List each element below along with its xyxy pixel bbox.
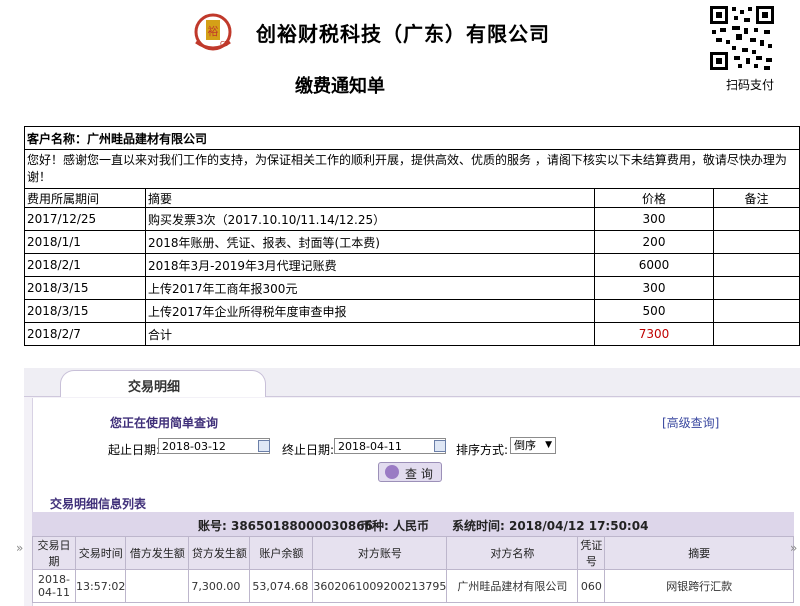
fee-row: 2018/2/1 2018年3月-2019年3月代理记账费 6000 <box>24 253 800 277</box>
fee-summary: 2018年账册、凭证、报表、封面等(工本费) <box>145 230 595 254</box>
fee-price: 6000 <box>594 253 714 277</box>
simple-query-notice: 您正在使用简单查询 <box>110 416 219 430</box>
fee-price: 500 <box>594 299 714 323</box>
total-period: 2018/2/7 <box>24 322 146 346</box>
greeting-text: 您好！感谢您一直以来对我们工作的支持，为保证相关工作的顺利开展，提供高效、优质的… <box>24 149 800 189</box>
query-button[interactable]: 查 询 <box>378 462 442 482</box>
tx-header-balance: 账户余额 <box>249 536 314 570</box>
fee-total-row: 2018/2/7 合计 7300 <box>24 322 800 346</box>
system-time: 系统时间: 2018/04/12 17:50:04 <box>452 519 649 533</box>
account-info-bar: 账号: 38650188000030866 币种: 人民币 系统时间: 2018… <box>32 512 794 536</box>
tx-header-credit: 贷方发生额 <box>188 536 251 570</box>
column-header-period: 费用所属期间 <box>24 188 146 208</box>
fee-summary: 2018年3月-2019年3月代理记账费 <box>145 253 595 277</box>
tx-header-counter-account: 对方账号 <box>312 536 448 570</box>
company-logo-icon: 裕 CY <box>190 12 236 52</box>
fee-price: 300 <box>594 207 714 231</box>
sort-order-value: 倒序 <box>514 439 536 452</box>
tx-header-summary: 摘要 <box>604 536 794 570</box>
fee-note <box>713 207 800 231</box>
start-date-input[interactable]: 2018-03-12 <box>158 438 270 454</box>
tx-header-debit: 借方发生额 <box>125 536 190 570</box>
column-header-note: 备注 <box>713 188 800 208</box>
expand-left-arrow-icon[interactable]: » <box>16 541 23 555</box>
tx-header-date: 交易日期 <box>32 536 76 570</box>
currency: 币种: 人民币 <box>360 519 429 533</box>
tx-time: 13:57:02 <box>74 569 127 603</box>
transaction-table: 交易日期 交易时间 借方发生额 贷方发生额 账户余额 对方账号 对方名称 凭证号… <box>32 536 794 603</box>
fee-period: 2017/12/25 <box>24 207 146 231</box>
fee-row: 2018/1/1 2018年账册、凭证、报表、封面等(工本费) 200 <box>24 230 800 254</box>
tx-counter-name: 广州畦品建材有限公司 <box>446 569 579 603</box>
fee-price: 300 <box>594 276 714 300</box>
company-name: 创裕财税科技（广东）有限公司 <box>256 22 550 46</box>
account-number: 账号: 38650188000030866 <box>198 519 373 533</box>
fee-summary: 上传2017年企业所得税年度审查申报 <box>145 299 595 323</box>
tx-voucher: 060 <box>577 569 606 603</box>
query-button-label: 查 询 <box>405 467 433 481</box>
end-date-label: 终止日期: <box>282 443 335 457</box>
column-header-summary: 摘要 <box>145 188 595 208</box>
tx-header-voucher: 凭证号 <box>577 536 606 570</box>
sort-order-select[interactable]: 倒序 ▼ <box>510 437 556 454</box>
transaction-list-title: 交易明细信息列表 <box>50 497 147 511</box>
total-price: 7300 <box>594 322 714 346</box>
document-title: 缴费通知单 <box>295 76 385 97</box>
tx-date: 2018-04-11 <box>32 569 76 603</box>
svg-text:裕: 裕 <box>208 25 219 38</box>
svg-text:CY: CY <box>220 40 230 48</box>
customer-name: 客户名称：广州畦品建材有限公司 <box>24 126 800 150</box>
tx-summary: 网银跨行汇款 <box>604 569 794 603</box>
tab-transaction-detail-label: 交易明细 <box>128 380 181 395</box>
fee-note <box>713 299 800 323</box>
chevron-down-icon: ▼ <box>545 440 552 450</box>
fee-note <box>713 276 800 300</box>
fee-notice-table: 客户名称：广州畦品建材有限公司 您好！感谢您一直以来对我们工作的支持，为保证相关… <box>24 126 800 346</box>
fee-period: 2018/2/1 <box>24 253 146 277</box>
fee-period: 2018/3/15 <box>24 276 146 300</box>
tx-header-counter-name: 对方名称 <box>446 536 579 570</box>
sort-order-label: 排序方式: <box>456 443 509 457</box>
total-note <box>713 322 800 346</box>
fee-row: 2018/3/15 上传2017年工商年报300元 300 <box>24 276 800 300</box>
tx-debit <box>125 569 190 603</box>
start-date-label: 起止日期: <box>108 443 161 457</box>
advanced-query-link[interactable]: [高级查询] <box>662 414 719 431</box>
payment-qr-code-icon[interactable] <box>708 4 776 72</box>
fee-row: 2017/12/25 购买发票3次（2017.10.10/11.14/12.25… <box>24 207 800 231</box>
end-date-input[interactable]: 2018-04-11 <box>334 438 446 454</box>
qr-payment-label: 扫码支付 <box>725 78 774 92</box>
column-header-price: 价格 <box>594 188 714 208</box>
tx-header-time: 交易时间 <box>74 536 127 570</box>
transaction-detail-panel: 交易明细 您正在使用简单查询 [高级查询] 起止日期: 2018-03-12 终… <box>24 368 800 606</box>
fee-summary: 购买发票3次（2017.10.10/11.14/12.25） <box>145 207 595 231</box>
fee-note <box>713 253 800 277</box>
fee-period: 2018/1/1 <box>24 230 146 254</box>
tx-balance: 53,074.68 <box>249 569 314 603</box>
fee-note <box>713 230 800 254</box>
table-row[interactable]: 2018-04-11 13:57:02 7,300.00 53,074.68 3… <box>32 569 794 603</box>
fee-period: 2018/3/15 <box>24 299 146 323</box>
total-label: 合计 <box>145 322 595 346</box>
fee-price: 200 <box>594 230 714 254</box>
tx-counter-account: 3602061009200213795 <box>312 569 448 603</box>
fee-summary: 上传2017年工商年报300元 <box>145 276 595 300</box>
fee-row: 2018/3/15 上传2017年企业所得税年度审查申报 500 <box>24 299 800 323</box>
end-calendar-icon[interactable] <box>434 440 446 452</box>
expand-right-arrow-icon[interactable]: » <box>790 541 797 555</box>
tx-credit: 7,300.00 <box>188 569 251 603</box>
start-calendar-icon[interactable] <box>258 440 270 452</box>
search-icon <box>385 465 399 479</box>
